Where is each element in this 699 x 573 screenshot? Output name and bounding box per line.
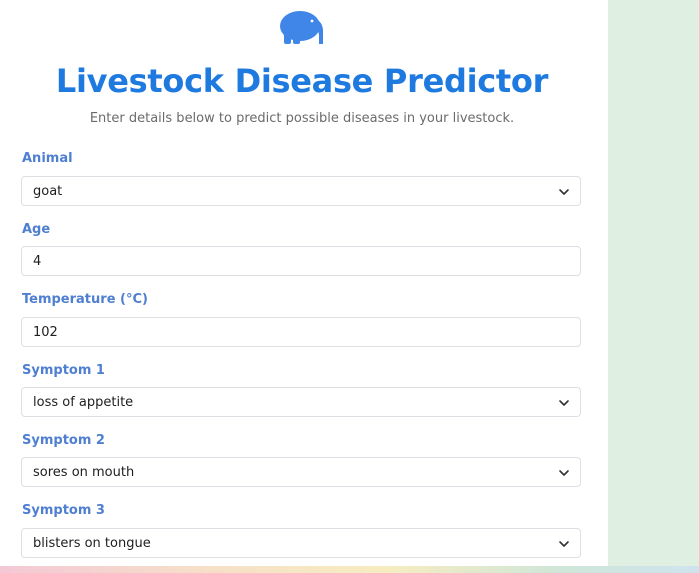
age-input[interactable]: 4	[21, 246, 581, 276]
animal-select[interactable]: goat	[21, 176, 581, 206]
chevron-down-icon	[559, 189, 569, 195]
bottom-decoration	[0, 566, 699, 573]
symptom1-select[interactable]: loss of appetite	[21, 387, 581, 417]
symptom3-select-value: blisters on tongue	[33, 536, 151, 551]
symptom2-select[interactable]: sores on mouth	[21, 457, 581, 487]
animal-select-value: goat	[33, 184, 63, 199]
animal-label: Animal	[22, 151, 73, 166]
symptom3-select[interactable]: blisters on tongue	[21, 528, 581, 558]
age-label: Age	[22, 222, 51, 237]
symptom1-select-value: loss of appetite	[33, 395, 134, 410]
chevron-down-icon	[559, 400, 569, 406]
symptom2-select-value: sores on mouth	[33, 465, 135, 480]
age-input-value: 4	[33, 254, 42, 269]
symptom2-label: Symptom 2	[22, 433, 105, 448]
temperature-label: Temperature (°C)	[22, 292, 148, 307]
chevron-down-icon	[559, 541, 569, 547]
page-background	[608, 0, 699, 573]
form-card: Livestock Disease Predictor Enter detail…	[0, 0, 608, 566]
temperature-input-value: 102	[33, 325, 58, 340]
page-title: Livestock Disease Predictor	[55, 62, 549, 100]
page-subtitle: Enter details below to predict possible …	[89, 111, 515, 126]
temperature-input[interactable]: 102	[21, 317, 581, 347]
elephant-icon	[280, 11, 324, 44]
symptom3-label: Symptom 3	[22, 503, 105, 518]
symptom1-label: Symptom 1	[22, 363, 105, 378]
chevron-down-icon	[559, 470, 569, 476]
